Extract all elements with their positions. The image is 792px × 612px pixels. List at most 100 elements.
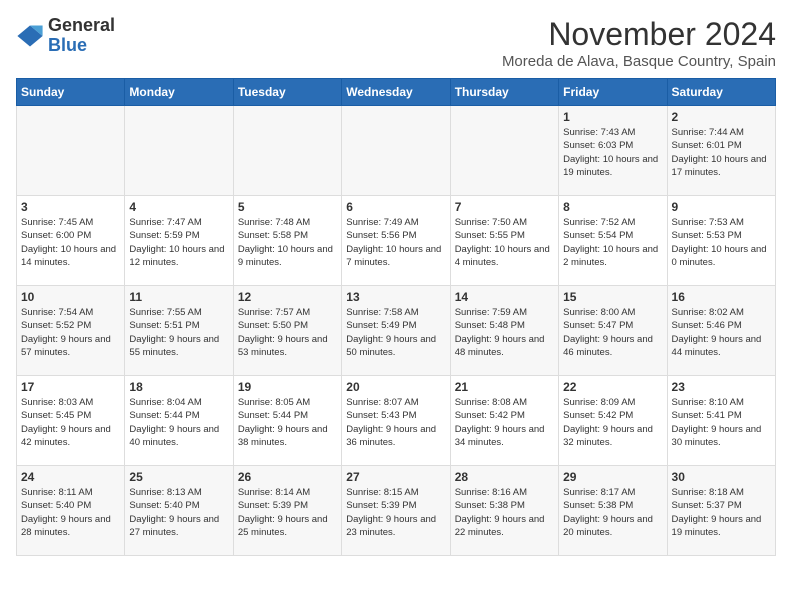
calendar-cell: 11Sunrise: 7:55 AM Sunset: 5:51 PM Dayli… — [125, 286, 233, 376]
day-number: 15 — [563, 290, 662, 304]
day-info: Sunrise: 8:13 AM Sunset: 5:40 PM Dayligh… — [129, 486, 228, 539]
day-info: Sunrise: 7:55 AM Sunset: 5:51 PM Dayligh… — [129, 306, 228, 359]
day-number: 21 — [455, 380, 554, 394]
calendar-cell — [450, 106, 558, 196]
calendar-week-1: 1 Sunrise: 7:43 AM Sunset: 6:03 PM Daylig… — [17, 106, 776, 196]
day-info: Sunrise: 7:44 AM Sunset: 6:01 PM Dayligh… — [672, 126, 771, 179]
calendar-cell: 19 Sunrise: 8:05 AM Sunset: 5:44 PM Dayli… — [233, 376, 341, 466]
day-number: 20 — [346, 380, 445, 394]
day-info: Sunrise: 8:18 AM Sunset: 5:37 PM Dayligh… — [672, 486, 771, 539]
day-info: Sunrise: 7:59 AM Sunset: 5:48 PM Dayligh… — [455, 306, 554, 359]
calendar-cell — [125, 106, 233, 196]
weekday-header-wednesday: Wednesday — [342, 79, 450, 106]
weekday-header-sunday: Sunday — [17, 79, 125, 106]
day-number: 17 — [21, 380, 120, 394]
weekday-header-tuesday: Tuesday — [233, 79, 341, 106]
day-info: Sunrise: 8:16 AM Sunset: 5:38 PM Dayligh… — [455, 486, 554, 539]
day-number: 18 — [129, 380, 228, 394]
weekday-header-monday: Monday — [125, 79, 233, 106]
day-number: 1 — [563, 110, 662, 124]
calendar-cell: 13Sunrise: 7:58 AM Sunset: 5:49 PM Dayli… — [342, 286, 450, 376]
day-info: Sunrise: 8:07 AM Sunset: 5:43 PM Dayligh… — [346, 396, 445, 449]
day-number: 22 — [563, 380, 662, 394]
calendar-table: SundayMondayTuesdayWednesdayThursdayFrid… — [16, 78, 776, 556]
day-info: Sunrise: 7:58 AM Sunset: 5:49 PM Dayligh… — [346, 306, 445, 359]
day-info: Sunrise: 7:49 AM Sunset: 5:56 PM Dayligh… — [346, 216, 445, 269]
day-number: 25 — [129, 470, 228, 484]
calendar-cell: 12 Sunrise: 7:57 AM Sunset: 5:50 PM Dayli… — [233, 286, 341, 376]
calendar-cell: 4 Sunrise: 7:47 AM Sunset: 5:59 PM Daylig… — [125, 196, 233, 286]
day-number: 5 — [238, 200, 337, 214]
day-number: 12 — [238, 290, 337, 304]
day-info: Sunrise: 7:57 AM Sunset: 5:50 PM Dayligh… — [238, 306, 337, 359]
calendar-cell: 7Sunrise: 7:50 AM Sunset: 5:55 PM Daylig… — [450, 196, 558, 286]
calendar-cell: 10 Sunrise: 7:54 AM Sunset: 5:52 PM Dayli… — [17, 286, 125, 376]
weekday-header-thursday: Thursday — [450, 79, 558, 106]
day-info: Sunrise: 7:43 AM Sunset: 6:03 PM Dayligh… — [563, 126, 662, 179]
calendar-cell: 14 Sunrise: 7:59 AM Sunset: 5:48 PM Dayli… — [450, 286, 558, 376]
day-info: Sunrise: 7:50 AM Sunset: 5:55 PM Dayligh… — [455, 216, 554, 269]
logo: General Blue — [16, 16, 115, 56]
calendar-week-4: 17 Sunrise: 8:03 AM Sunset: 5:45 PM Dayli… — [17, 376, 776, 466]
logo-icon — [16, 22, 44, 50]
calendar-cell: 16Sunrise: 8:02 AM Sunset: 5:46 PM Dayli… — [667, 286, 775, 376]
day-info: Sunrise: 7:48 AM Sunset: 5:58 PM Dayligh… — [238, 216, 337, 269]
day-info: Sunrise: 8:09 AM Sunset: 5:42 PM Dayligh… — [563, 396, 662, 449]
day-info: Sunrise: 8:08 AM Sunset: 5:42 PM Dayligh… — [455, 396, 554, 449]
day-info: Sunrise: 8:15 AM Sunset: 5:39 PM Dayligh… — [346, 486, 445, 539]
day-info: Sunrise: 8:02 AM Sunset: 5:46 PM Dayligh… — [672, 306, 771, 359]
day-info: Sunrise: 7:47 AM Sunset: 5:59 PM Dayligh… — [129, 216, 228, 269]
calendar-week-2: 3 Sunrise: 7:45 AM Sunset: 6:00 PM Daylig… — [17, 196, 776, 286]
day-number: 28 — [455, 470, 554, 484]
calendar-cell: 18 Sunrise: 8:04 AM Sunset: 5:44 PM Dayli… — [125, 376, 233, 466]
main-title: November 2024 — [502, 16, 776, 53]
day-info: Sunrise: 8:03 AM Sunset: 5:45 PM Dayligh… — [21, 396, 120, 449]
weekday-header-saturday: Saturday — [667, 79, 775, 106]
logo-general: General — [48, 16, 115, 36]
weekday-header-row: SundayMondayTuesdayWednesdayThursdayFrid… — [17, 79, 776, 106]
calendar-cell: 2 Sunrise: 7:44 AM Sunset: 6:01 PM Daylig… — [667, 106, 775, 196]
day-info: Sunrise: 8:05 AM Sunset: 5:44 PM Dayligh… — [238, 396, 337, 449]
calendar-cell: 22 Sunrise: 8:09 AM Sunset: 5:42 PM Dayli… — [559, 376, 667, 466]
day-number: 4 — [129, 200, 228, 214]
calendar-week-3: 10 Sunrise: 7:54 AM Sunset: 5:52 PM Dayli… — [17, 286, 776, 376]
day-number: 30 — [672, 470, 771, 484]
day-number: 10 — [21, 290, 120, 304]
calendar-cell: 26Sunrise: 8:14 AM Sunset: 5:39 PM Dayli… — [233, 466, 341, 556]
weekday-header-friday: Friday — [559, 79, 667, 106]
calendar-cell: 20 Sunrise: 8:07 AM Sunset: 5:43 PM Dayli… — [342, 376, 450, 466]
calendar-cell: 8 Sunrise: 7:52 AM Sunset: 5:54 PM Daylig… — [559, 196, 667, 286]
day-number: 19 — [238, 380, 337, 394]
logo-blue: Blue — [48, 36, 115, 56]
day-number: 14 — [455, 290, 554, 304]
calendar-cell: 29Sunrise: 8:17 AM Sunset: 5:38 PM Dayli… — [559, 466, 667, 556]
day-info: Sunrise: 7:52 AM Sunset: 5:54 PM Dayligh… — [563, 216, 662, 269]
day-info: Sunrise: 8:04 AM Sunset: 5:44 PM Dayligh… — [129, 396, 228, 449]
calendar-cell: 24Sunrise: 8:11 AM Sunset: 5:40 PM Dayli… — [17, 466, 125, 556]
calendar-cell: 1 Sunrise: 7:43 AM Sunset: 6:03 PM Daylig… — [559, 106, 667, 196]
day-number: 26 — [238, 470, 337, 484]
day-number: 9 — [672, 200, 771, 214]
calendar-cell — [233, 106, 341, 196]
day-info: Sunrise: 8:11 AM Sunset: 5:40 PM Dayligh… — [21, 486, 120, 539]
calendar-cell: 28 Sunrise: 8:16 AM Sunset: 5:38 PM Dayli… — [450, 466, 558, 556]
calendar-cell — [17, 106, 125, 196]
calendar-cell: 15Sunrise: 8:00 AM Sunset: 5:47 PM Dayli… — [559, 286, 667, 376]
day-number: 27 — [346, 470, 445, 484]
subtitle: Moreda de Alava, Basque Country, Spain — [502, 53, 776, 70]
calendar-cell: 17 Sunrise: 8:03 AM Sunset: 5:45 PM Dayli… — [17, 376, 125, 466]
calendar-cell: 3 Sunrise: 7:45 AM Sunset: 6:00 PM Daylig… — [17, 196, 125, 286]
title-block: November 2024 Moreda de Alava, Basque Co… — [502, 16, 776, 70]
calendar-cell: 9Sunrise: 7:53 AM Sunset: 5:53 PM Daylig… — [667, 196, 775, 286]
page-header: General Blue November 2024 Moreda de Ala… — [16, 16, 776, 70]
day-number: 3 — [21, 200, 120, 214]
day-info: Sunrise: 7:54 AM Sunset: 5:52 PM Dayligh… — [21, 306, 120, 359]
calendar-cell — [342, 106, 450, 196]
calendar-cell: 21 Sunrise: 8:08 AM Sunset: 5:42 PM Dayli… — [450, 376, 558, 466]
day-number: 29 — [563, 470, 662, 484]
day-number: 8 — [563, 200, 662, 214]
day-info: Sunrise: 7:45 AM Sunset: 6:00 PM Dayligh… — [21, 216, 120, 269]
day-number: 2 — [672, 110, 771, 124]
logo-text: General Blue — [48, 16, 115, 56]
day-number: 23 — [672, 380, 771, 394]
